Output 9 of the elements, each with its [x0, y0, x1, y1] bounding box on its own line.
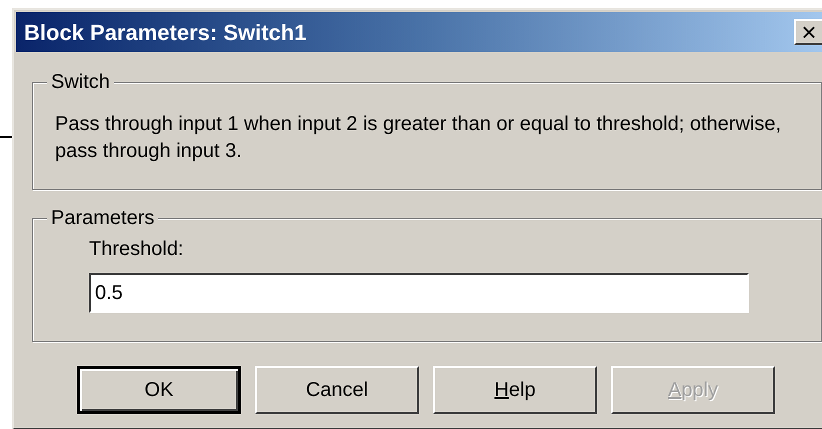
field-label: Threshold:: [89, 237, 184, 261]
dialog-button[interactable]: Help: [433, 366, 597, 414]
threshold-input[interactable]: 0.5: [89, 273, 749, 313]
window-title: Block Parameters: Switch1: [24, 18, 306, 46]
close-button[interactable]: ×: [794, 19, 822, 45]
connector-line: [0, 136, 12, 138]
dialog-button[interactable]: Cancel: [255, 366, 419, 414]
description-text: Pass through input 1 when input 2 is greater than or equal to threshold; otherwise, pass through input 3.: [55, 112, 782, 164]
dialog-button[interactable]: OK: [77, 366, 241, 414]
